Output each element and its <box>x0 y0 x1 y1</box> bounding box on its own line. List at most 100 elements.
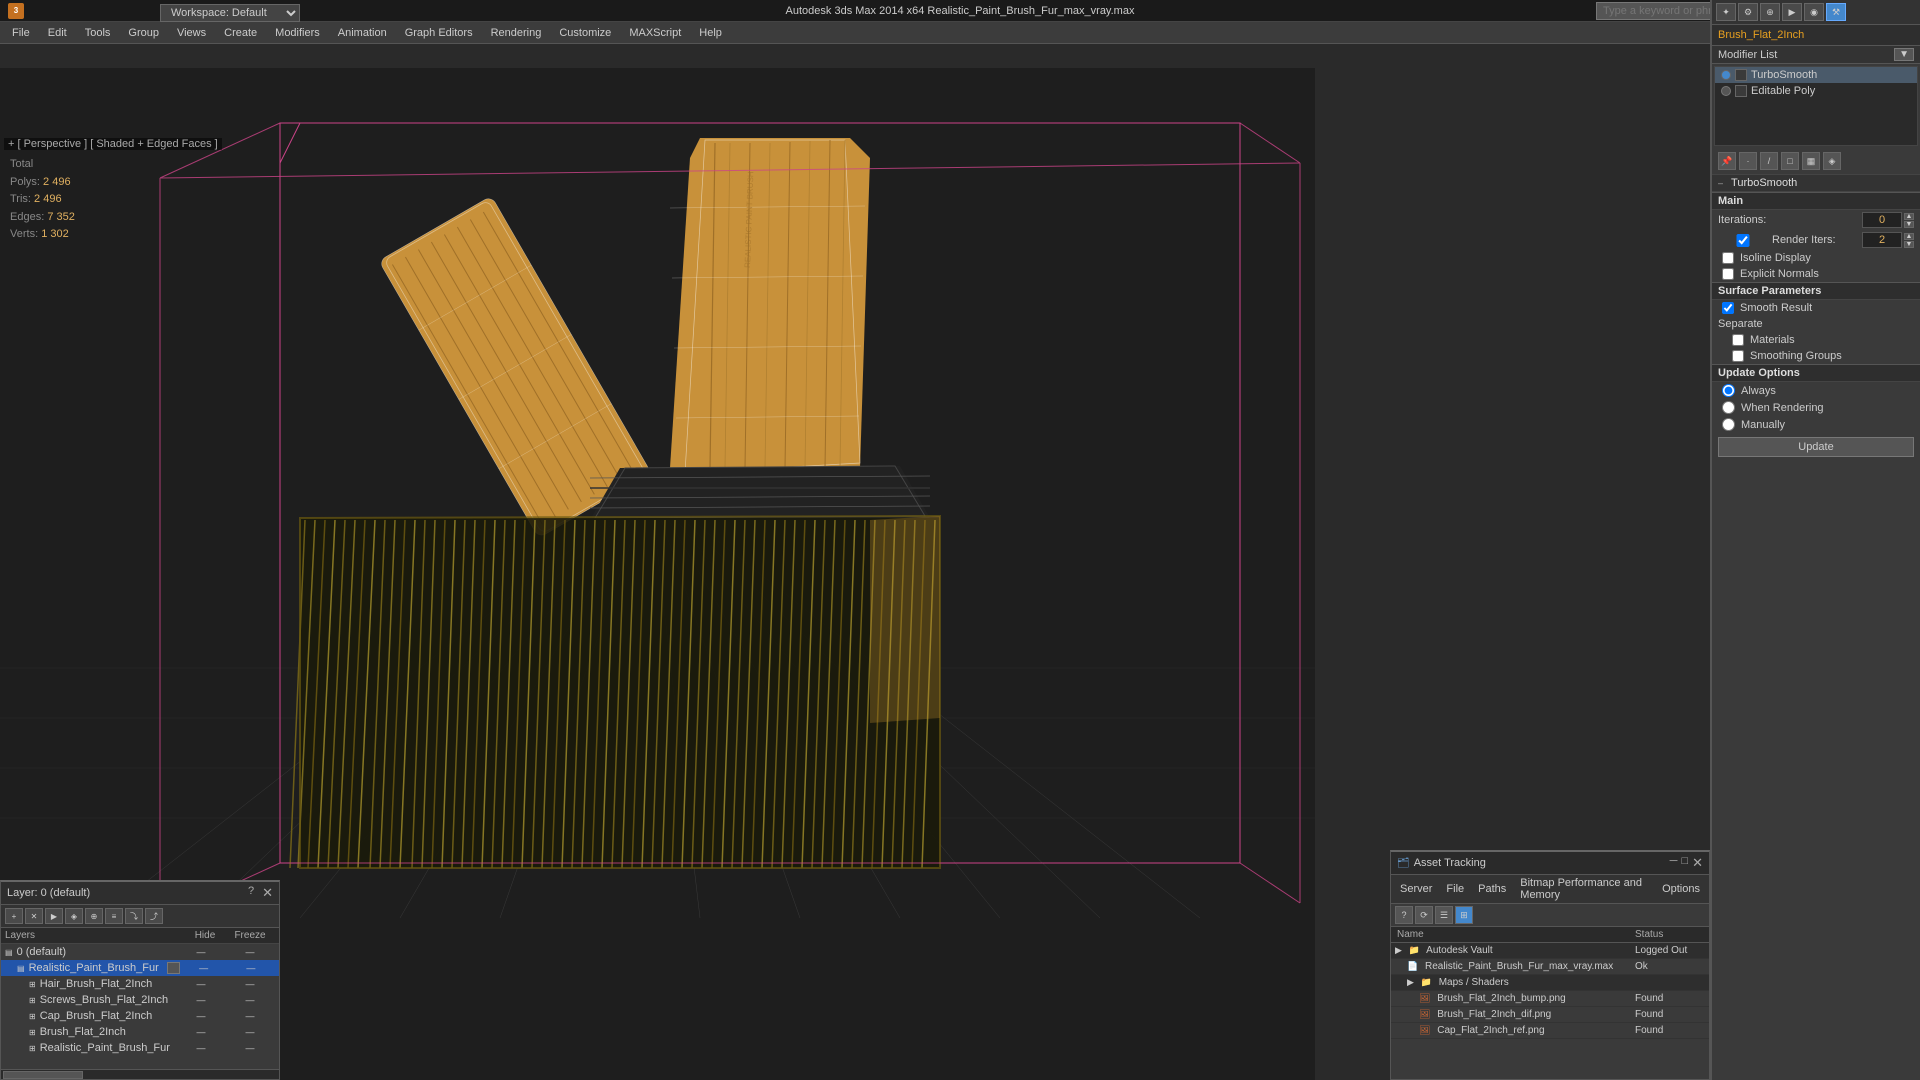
asset-row-max-file[interactable]: 📄 Realistic_Paint_Brush_Fur_max_vray.max… <box>1391 959 1709 975</box>
subobj-poly-icon[interactable]: ▦ <box>1802 152 1820 170</box>
layer-columns: Layers Hide Freeze <box>1 928 279 944</box>
asset-minimize-btn[interactable]: ─ <box>1670 855 1678 871</box>
iterations-input[interactable] <box>1862 212 1902 228</box>
subobj-element-icon[interactable]: ◈ <box>1823 152 1841 170</box>
always-radio[interactable] <box>1722 384 1735 397</box>
asset-list-view-btn[interactable]: ☰ <box>1435 906 1453 924</box>
menu-maxscript[interactable]: MAXScript <box>621 25 689 41</box>
layer-item-cap[interactable]: ⊞ Cap_Brush_Flat_2Inch — — <box>1 1008 279 1024</box>
asset-menu-paths[interactable]: Paths <box>1473 882 1511 896</box>
modifier-list-dropdown[interactable]: ▼ <box>1894 48 1914 61</box>
asset-row-dif[interactable]: 🖼 Brush_Flat_2Inch_dif.png Found <box>1391 1007 1709 1023</box>
menu-rendering[interactable]: Rendering <box>483 25 550 41</box>
asset-refresh-btn[interactable]: ⟳ <box>1415 906 1433 924</box>
menu-modifiers[interactable]: Modifiers <box>267 25 328 41</box>
modifier-item-editable-poly[interactable]: Editable Poly <box>1715 83 1917 99</box>
layer-delete-btn[interactable]: ✕ <box>25 908 43 924</box>
asset-menu-server[interactable]: Server <box>1395 882 1437 896</box>
layer-item-realistic-fur-obj[interactable]: ⊞ Realistic_Paint_Brush_Fur — — <box>1 1040 279 1056</box>
asset-menu-file[interactable]: File <box>1441 882 1469 896</box>
menu-customize[interactable]: Customize <box>551 25 619 41</box>
turbosmooth-section-header[interactable]: – TurboSmooth <box>1712 175 1920 192</box>
asset-col-name: Name <box>1391 927 1629 943</box>
motion-tab-icon[interactable]: ▶ <box>1782 3 1802 21</box>
asset-row-vault[interactable]: ▶ 📁 Autodesk Vault Logged Out <box>1391 943 1709 959</box>
asset-row-ref[interactable]: 🖼 Cap_Flat_2Inch_ref.png Found <box>1391 1023 1709 1039</box>
workspace-selector[interactable]: Workspace: Default <box>160 4 300 22</box>
layer-highlight-btn[interactable]: ⊕ <box>85 908 103 924</box>
asset-help-btn[interactable]: ? <box>1395 906 1413 924</box>
max-file-status: Ok <box>1629 959 1709 975</box>
menu-animation[interactable]: Animation <box>330 25 395 41</box>
asset-row-maps-group[interactable]: ▶ 📁 Maps / Shaders <box>1391 975 1709 991</box>
layer-scrollbar[interactable] <box>1 1069 279 1079</box>
utilities-tab-icon[interactable]: ⚒ <box>1826 3 1846 21</box>
display-tab-icon[interactable]: ◉ <box>1804 3 1824 21</box>
layer-add-selection-btn[interactable]: ▶ <box>45 908 63 924</box>
titlebar-left: 3 Workspace: Default <box>8 3 24 19</box>
layer-select-btn[interactable]: ◈ <box>65 908 83 924</box>
subobj-border-icon[interactable]: □ <box>1781 152 1799 170</box>
create-tab-icon[interactable]: ✦ <box>1716 3 1736 21</box>
layer-props-btn[interactable]: ≡ <box>105 908 123 924</box>
menu-file[interactable]: File <box>4 25 38 41</box>
isoline-display-checkbox[interactable] <box>1722 252 1734 264</box>
layer-cap-hide: — <box>181 1011 221 1021</box>
isoline-display-label: Isoline Display <box>1740 252 1811 264</box>
iterations-down[interactable]: ▼ <box>1904 221 1914 228</box>
modifier-checkbox[interactable] <box>1735 69 1747 81</box>
menu-group[interactable]: Group <box>120 25 167 41</box>
manually-radio[interactable] <box>1722 418 1735 431</box>
polys-value: 2 496 <box>43 176 71 188</box>
layer-merge-btn[interactable]: ⤵ <box>125 908 143 924</box>
layer-fur-vis-toggle[interactable] <box>167 962 181 974</box>
modifier-checkbox-2[interactable] <box>1735 85 1747 97</box>
layer-new-btn[interactable]: + <box>5 908 23 924</box>
turbosmooth-collapse-arrow: – <box>1718 178 1723 188</box>
vault-folder-icon: 📁 <box>1409 945 1420 955</box>
menu-views[interactable]: Views <box>169 25 214 41</box>
asset-row-bump[interactable]: 🖼 Brush_Flat_2Inch_bump.png Found <box>1391 991 1709 1007</box>
tris-label: Tris: <box>10 193 31 205</box>
iterations-up[interactable]: ▲ <box>1904 213 1914 220</box>
menu-graph-editors[interactable]: Graph Editors <box>397 25 481 41</box>
asset-menu-bitmap-perf[interactable]: Bitmap Performance and Memory <box>1515 876 1653 902</box>
subobj-vertex-icon[interactable]: · <box>1739 152 1757 170</box>
update-button[interactable]: Update <box>1718 437 1914 457</box>
layer-panel-help[interactable]: ? <box>248 885 254 901</box>
explicit-normals-checkbox[interactable] <box>1722 268 1734 280</box>
render-iters-up[interactable]: ▲ <box>1904 233 1914 240</box>
layer-item-screws[interactable]: ⊞ Screws_Brush_Flat_2Inch — — <box>1 992 279 1008</box>
menu-tools[interactable]: Tools <box>77 25 119 41</box>
modify-tab-icon[interactable]: ⚙ <box>1738 3 1758 21</box>
hierarchy-tab-icon[interactable]: ⊕ <box>1760 3 1780 21</box>
subobj-edge-icon[interactable]: / <box>1760 152 1778 170</box>
materials-checkbox[interactable] <box>1732 334 1744 346</box>
layer-item-brush-flat[interactable]: ⊞ Brush_Flat_2Inch — — <box>1 1024 279 1040</box>
layer-item-default[interactable]: ▤ 0 (default) — — <box>1 944 279 960</box>
layer-item-realistic-fur[interactable]: ▤ Realistic_Paint_Brush_Fur — — <box>1 960 279 976</box>
menu-help[interactable]: Help <box>691 25 730 41</box>
menu-edit[interactable]: Edit <box>40 25 75 41</box>
when-rendering-radio[interactable] <box>1722 401 1735 414</box>
pin-icon[interactable]: 📌 <box>1718 152 1736 170</box>
modifier-name-turbosmooth: TurboSmooth <box>1751 69 1817 81</box>
smoothing-groups-checkbox[interactable] <box>1732 350 1744 362</box>
asset-close-btn[interactable]: ✕ <box>1692 855 1703 871</box>
smooth-result-checkbox[interactable] <box>1722 302 1734 314</box>
layer-item-hair-brush[interactable]: ⊞ Hair_Brush_Flat_2Inch — — <box>1 976 279 992</box>
asset-detail-view-btn[interactable]: ⊞ <box>1455 906 1473 924</box>
asset-menu-options[interactable]: Options <box>1657 882 1705 896</box>
layer-scrollbar-thumb[interactable] <box>3 1071 83 1079</box>
asset-maximize-btn[interactable]: □ <box>1681 855 1688 871</box>
render-iters-input[interactable] <box>1862 232 1902 248</box>
menu-create[interactable]: Create <box>216 25 265 41</box>
layer-expand-btn[interactable]: ⤴ <box>145 908 163 924</box>
layer-screws-label: Screws_Brush_Flat_2Inch <box>40 994 168 1006</box>
modifier-item-turbosmooth[interactable]: TurboSmooth <box>1715 67 1917 83</box>
smooth-result-label: Smooth Result <box>1740 302 1812 314</box>
render-iters-down[interactable]: ▼ <box>1904 241 1914 248</box>
layer-panel-close[interactable]: ✕ <box>262 885 273 901</box>
stats-edges: Edges: 7 352 <box>10 209 75 227</box>
render-iters-checkbox[interactable] <box>1718 234 1768 247</box>
